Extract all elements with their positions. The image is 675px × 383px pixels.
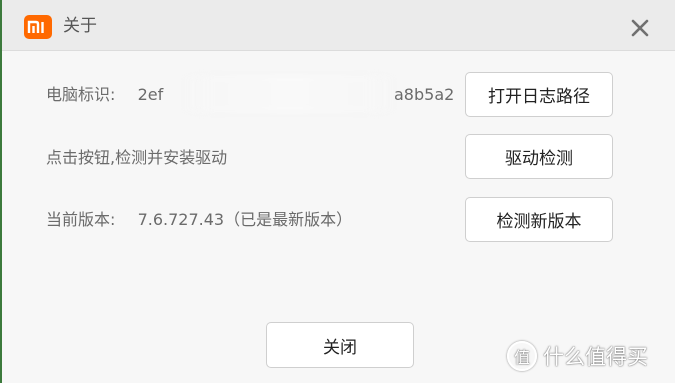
close-button[interactable]: 关闭 — [266, 322, 414, 368]
watermark-text: 什么值得买 — [543, 345, 648, 369]
smzdm-logo-icon: 值 — [507, 341, 537, 371]
device-id-value-start: 2ef — [137, 85, 164, 104]
device-id-label: 电脑标识: — [46, 85, 116, 104]
redaction-blur — [185, 76, 393, 112]
driver-check-button[interactable]: 驱动检测 — [465, 134, 613, 179]
dialog-title: 关于 — [63, 16, 97, 36]
driver-hint-text: 点击按钮,检测并安装驱动 — [46, 148, 228, 167]
about-dialog: 关于 电脑标识: 2ef a8b5a2 打开日志路径 点击按钮,检测并安装驱动 … — [0, 0, 675, 383]
version-value: 7.6.727.43（已是最新版本） — [137, 210, 353, 229]
title-bar: 关于 — [2, 0, 675, 51]
version-label: 当前版本: — [46, 210, 116, 229]
watermark: 值 什么值得买 — [507, 338, 648, 374]
version-row: 当前版本: 7.6.727.43（已是最新版本） — [46, 209, 352, 231]
device-id-value-end: a8b5a2 — [394, 85, 455, 104]
close-icon[interactable] — [628, 16, 652, 40]
xiaomi-logo-icon — [24, 15, 52, 39]
open-log-path-button[interactable]: 打开日志路径 — [465, 72, 613, 117]
check-update-button[interactable]: 检测新版本 — [465, 197, 613, 242]
device-id-row: 电脑标识: 2ef — [46, 84, 163, 106]
device-id-value-end-wrap: a8b5a2 — [394, 84, 454, 106]
